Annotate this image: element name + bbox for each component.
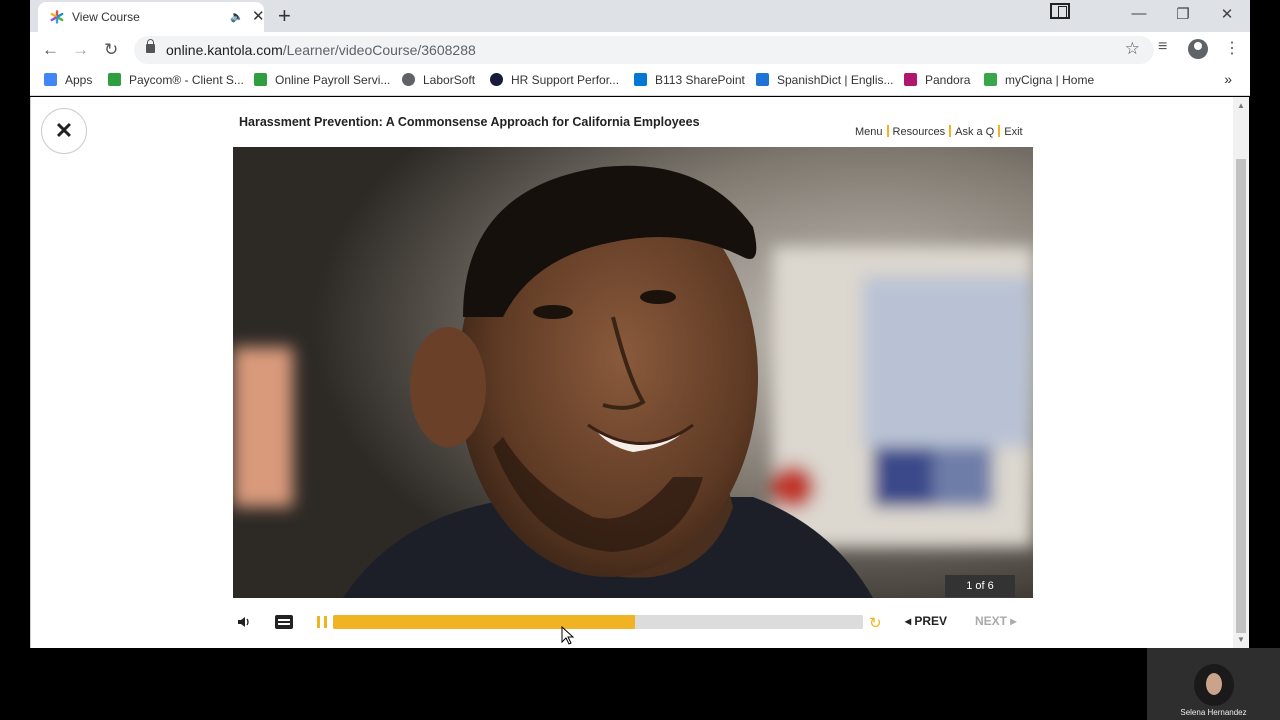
minimize-icon[interactable]: — (1124, 5, 1154, 22)
scroll-down-icon[interactable]: ▼ (1237, 635, 1245, 644)
course-menu-item[interactable]: Resources (889, 126, 950, 138)
presenter-avatar (1194, 664, 1234, 706)
slide-counter: 1 of 6 (945, 575, 1015, 597)
progress-bar[interactable] (333, 615, 863, 629)
reload-icon[interactable]: ↻ (104, 40, 118, 60)
sharepoint-icon (634, 73, 647, 86)
speaker-icon[interactable]: 🔈 (230, 10, 244, 23)
bookmark-item[interactable]: SpanishDict | Englis... (756, 73, 894, 87)
replay-icon[interactable]: ↻ (869, 614, 882, 632)
close-window-icon[interactable]: ✕ (1212, 5, 1242, 23)
course-page: ✕ Harassment Prevention: A Commonsense A… (30, 97, 1233, 648)
scroll-thumb[interactable] (1236, 159, 1246, 633)
bookmarks-bar: » Apps Paycom® - Client S... Online Payrol… (30, 68, 1250, 96)
course-menu-item[interactable]: Menu (851, 126, 887, 138)
pause-icon[interactable] (317, 616, 327, 628)
player-controls: ↻ ◂ PREV NEXT ▸ (233, 609, 1033, 635)
bookmark-label: Pandora (925, 73, 971, 87)
scroll-up-icon[interactable]: ▲ (1237, 101, 1245, 110)
bookmark-label: Apps (65, 73, 93, 87)
forward-arrow-icon[interactable]: → (72, 40, 89, 60)
presenter-name: Selena Hernandez (1180, 708, 1247, 717)
paycom-icon (108, 73, 121, 86)
next-button[interactable]: NEXT ▸ (975, 614, 1016, 628)
bookmark-star-icon[interactable]: ☆ (1125, 39, 1140, 59)
webcam-overlay: Selena Hernandez (1147, 648, 1280, 720)
course-title: Harassment Prevention: A Commonsense App… (239, 115, 700, 129)
omnibox[interactable]: online.kantola.com/Learner/videoCourse/3… (134, 36, 1154, 64)
bookmark-label: Online Payroll Servi... (275, 73, 391, 87)
restore-window-icon[interactable]: ❐ (1168, 5, 1198, 23)
bookmark-label: HR Support Perfor... (511, 73, 620, 87)
profile-avatar-icon[interactable] (1188, 39, 1208, 59)
apps-grid-icon (44, 73, 57, 86)
globe-icon (402, 73, 415, 86)
browser-tab-bar: View Course 🔈 ✕ + — ❐ ✕ (30, 0, 1250, 32)
address-bar-row: ← → ↻ online.kantola.com/Learner/videoCo… (30, 32, 1250, 68)
bookmark-label: LaborSoft (423, 73, 476, 87)
bookmark-item[interactable]: Apps (44, 73, 92, 87)
bookmark-label: Paycom® - Client S... (129, 73, 244, 87)
screen: View Course 🔈 ✕ + — ❐ ✕ ← → ↻ online.kan… (0, 0, 1280, 720)
cigna-icon (984, 73, 997, 86)
kebab-menu-icon[interactable]: ⋮ (1224, 38, 1240, 58)
kantola-favicon-icon (50, 10, 64, 24)
bookmark-label: B113 SharePoint (655, 73, 745, 87)
more-bookmarks-icon[interactable]: » (1224, 71, 1232, 87)
bookmark-item[interactable]: LaborSoft (402, 73, 475, 87)
spanishdict-icon (756, 73, 769, 86)
mouse-cursor-icon (561, 626, 575, 645)
media-queue-icon[interactable]: ≡ (1158, 38, 1167, 56)
prev-button[interactable]: ◂ PREV (905, 614, 947, 628)
new-tab-icon[interactable]: + (278, 3, 291, 29)
bookmark-label: SpanishDict | Englis... (777, 73, 894, 87)
video-player[interactable]: 1 of 6 (233, 147, 1033, 598)
close-tab-icon[interactable]: ✕ (252, 7, 265, 25)
progress-fill (333, 615, 636, 629)
bookmark-item[interactable]: Online Payroll Servi... (254, 73, 390, 87)
bookmark-item[interactable]: B113 SharePoint (634, 73, 745, 87)
course-menu-item[interactable]: Exit (1000, 126, 1026, 138)
picture-in-picture-icon[interactable] (1050, 3, 1070, 19)
page-scrollbar[interactable]: ▲ ▼ (1233, 97, 1249, 648)
course-menu-item[interactable]: Ask a Q (951, 126, 998, 138)
hr-support-icon (490, 73, 503, 86)
captions-icon[interactable] (275, 615, 293, 629)
browser-tab[interactable]: View Course 🔈 ✕ (38, 2, 265, 32)
bookmark-item[interactable]: HR Support Perfor... (490, 73, 619, 87)
volume-icon[interactable] (237, 615, 251, 629)
bookmark-label: myCigna | Home (1005, 73, 1095, 87)
lock-icon (146, 39, 155, 53)
bookmark-item[interactable]: myCigna | Home (984, 73, 1094, 87)
close-course-button[interactable]: ✕ (41, 108, 87, 154)
course-menu: Menu Resources Ask a Q Exit (851, 125, 1027, 138)
paycom-icon (254, 73, 267, 86)
bookmark-item[interactable]: Pandora (904, 73, 970, 87)
url-text[interactable]: online.kantola.com/Learner/videoCourse/3… (166, 42, 476, 58)
pandora-icon (904, 73, 917, 86)
tab-title: View Course (72, 10, 140, 24)
back-arrow-icon[interactable]: ← (42, 40, 59, 60)
video-frame-image (233, 147, 1033, 598)
bookmark-item[interactable]: Paycom® - Client S... (108, 73, 244, 87)
